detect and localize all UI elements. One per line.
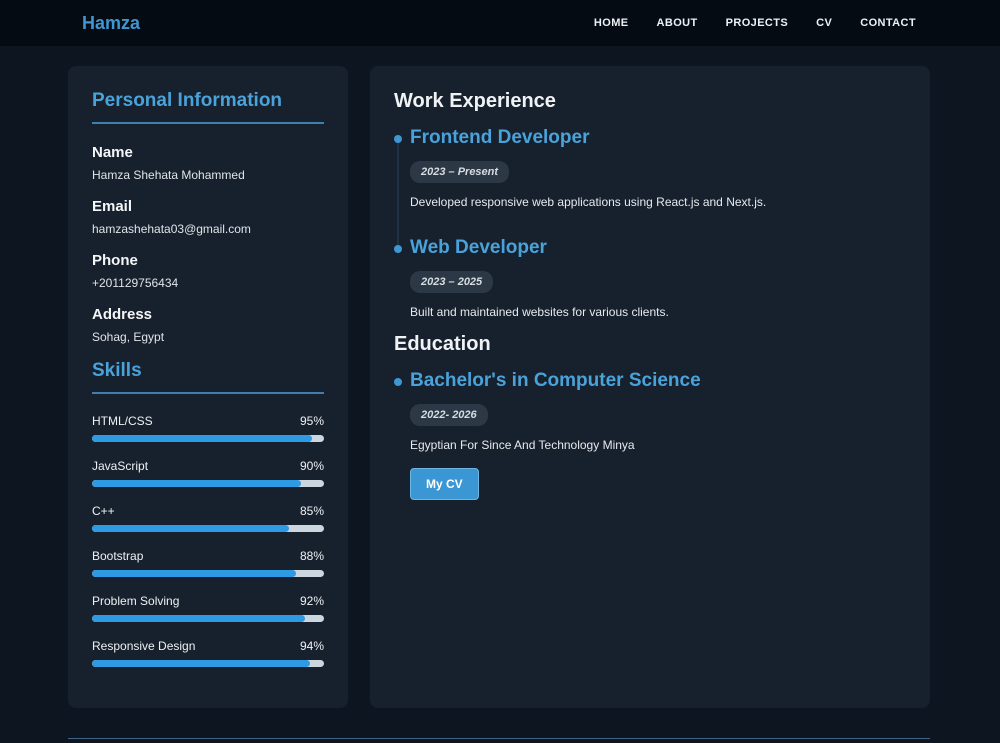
skill-item-problem-solving: Problem Solving 92% xyxy=(92,594,324,622)
field-phone-value: +201129756434 xyxy=(92,276,179,290)
skill-progress-fill xyxy=(92,435,313,442)
skill-item-bootstrap: Bootstrap 88% xyxy=(92,549,324,577)
skill-percent: 92% xyxy=(299,594,324,608)
education-timeline: Bachelor's in Computer Science 2022- 202… xyxy=(394,370,906,500)
skill-label: JavaScript xyxy=(92,459,149,473)
skill-percent: 85% xyxy=(299,504,324,518)
nav-item-home[interactable]: HOME xyxy=(594,17,629,29)
skill-progress-track xyxy=(92,525,324,532)
experience-period-badge: 2023 – Present xyxy=(410,161,510,183)
education-period-badge: 2022- 2026 xyxy=(410,404,488,426)
field-address-value: Sohag, Egypt xyxy=(92,330,165,344)
skill-progress-fill xyxy=(92,615,306,622)
skill-progress-track xyxy=(92,435,324,442)
nav-item-contact[interactable]: CONTACT xyxy=(860,17,916,29)
skill-item-html-css: HTML/CSS 95% xyxy=(92,414,324,442)
skill-label: Bootstrap xyxy=(92,549,144,563)
timeline-dot-icon xyxy=(394,135,402,143)
experience-item-web-dev: Web Developer 2023 – 2025 Built and main… xyxy=(394,237,906,319)
skill-label: Problem Solving xyxy=(92,594,180,608)
education-title: Education xyxy=(394,333,491,355)
skill-item-cpp: C++ 85% xyxy=(92,504,324,532)
navbar: Hamza HOME ABOUT PROJECTS CV CONTACT xyxy=(0,0,1000,46)
skill-percent: 95% xyxy=(299,414,324,428)
footer-divider xyxy=(68,738,930,739)
skill-progress-track xyxy=(92,480,324,487)
timeline-dot-icon xyxy=(394,245,402,253)
my-cv-button[interactable]: My CV xyxy=(410,468,479,500)
skill-progress-fill xyxy=(92,660,311,667)
brand-logo[interactable]: Hamza xyxy=(82,13,140,34)
experience-timeline: Frontend Developer 2023 – Present Develo… xyxy=(394,127,906,319)
timeline-dot-icon xyxy=(394,378,402,386)
experience-role: Frontend Developer xyxy=(410,127,590,148)
nav-item-projects[interactable]: PROJECTS xyxy=(726,17,789,29)
skill-percent: 88% xyxy=(299,549,324,563)
field-email: Email hamzashehata03@gmail.com xyxy=(92,198,324,236)
skill-progress-track xyxy=(92,570,324,577)
field-address: Address Sohag, Egypt xyxy=(92,306,324,344)
education-school: Egyptian For Since And Technology Minya xyxy=(410,438,635,452)
skills-title: Skills xyxy=(92,360,324,394)
skill-percent: 90% xyxy=(299,459,324,473)
skill-label: Responsive Design xyxy=(92,639,196,653)
experience-card: Work Experience Frontend Developer 2023 … xyxy=(370,66,930,708)
skill-percent: 94% xyxy=(299,639,324,653)
education-item: Bachelor's in Computer Science 2022- 202… xyxy=(394,370,906,500)
field-address-label: Address xyxy=(92,306,153,323)
nav-links: HOME ABOUT PROJECTS CV CONTACT xyxy=(594,17,916,29)
skill-progress-track xyxy=(92,615,324,622)
skills-section: Skills HTML/CSS 95% JavaScript 90% C++ 8… xyxy=(92,360,324,667)
skill-progress-fill xyxy=(92,570,297,577)
main-content: Personal Information Name Hamza Shehata … xyxy=(0,46,1000,708)
field-name-value: Hamza Shehata Mohammed xyxy=(92,168,245,182)
skill-progress-track xyxy=(92,660,324,667)
experience-period-badge: 2023 – 2025 xyxy=(410,271,494,293)
field-name-label: Name xyxy=(92,144,133,161)
field-email-label: Email xyxy=(92,198,133,215)
skill-progress-fill xyxy=(92,525,290,532)
field-name: Name Hamza Shehata Mohammed xyxy=(92,144,324,182)
experience-role: Web Developer xyxy=(410,237,547,258)
experience-description: Built and maintained websites for variou… xyxy=(410,305,669,319)
education-degree: Bachelor's in Computer Science xyxy=(410,370,701,391)
skill-progress-fill xyxy=(92,480,301,487)
nav-item-cv[interactable]: CV xyxy=(816,17,832,29)
experience-item-frontend: Frontend Developer 2023 – Present Develo… xyxy=(394,127,906,209)
field-phone: Phone +201129756434 xyxy=(92,252,324,290)
skill-label: HTML/CSS xyxy=(92,414,153,428)
skill-item-javascript: JavaScript 90% xyxy=(92,459,324,487)
work-experience-title: Work Experience xyxy=(394,90,556,112)
field-email-value: hamzashehata03@gmail.com xyxy=(92,222,251,236)
personal-info-card: Personal Information Name Hamza Shehata … xyxy=(68,66,348,708)
experience-description: Developed responsive web applications us… xyxy=(410,195,767,209)
skill-item-responsive-design: Responsive Design 94% xyxy=(92,639,324,667)
personal-info-title: Personal Information xyxy=(92,90,324,124)
skill-label: C++ xyxy=(92,504,115,518)
field-phone-label: Phone xyxy=(92,252,138,269)
nav-item-about[interactable]: ABOUT xyxy=(657,17,698,29)
